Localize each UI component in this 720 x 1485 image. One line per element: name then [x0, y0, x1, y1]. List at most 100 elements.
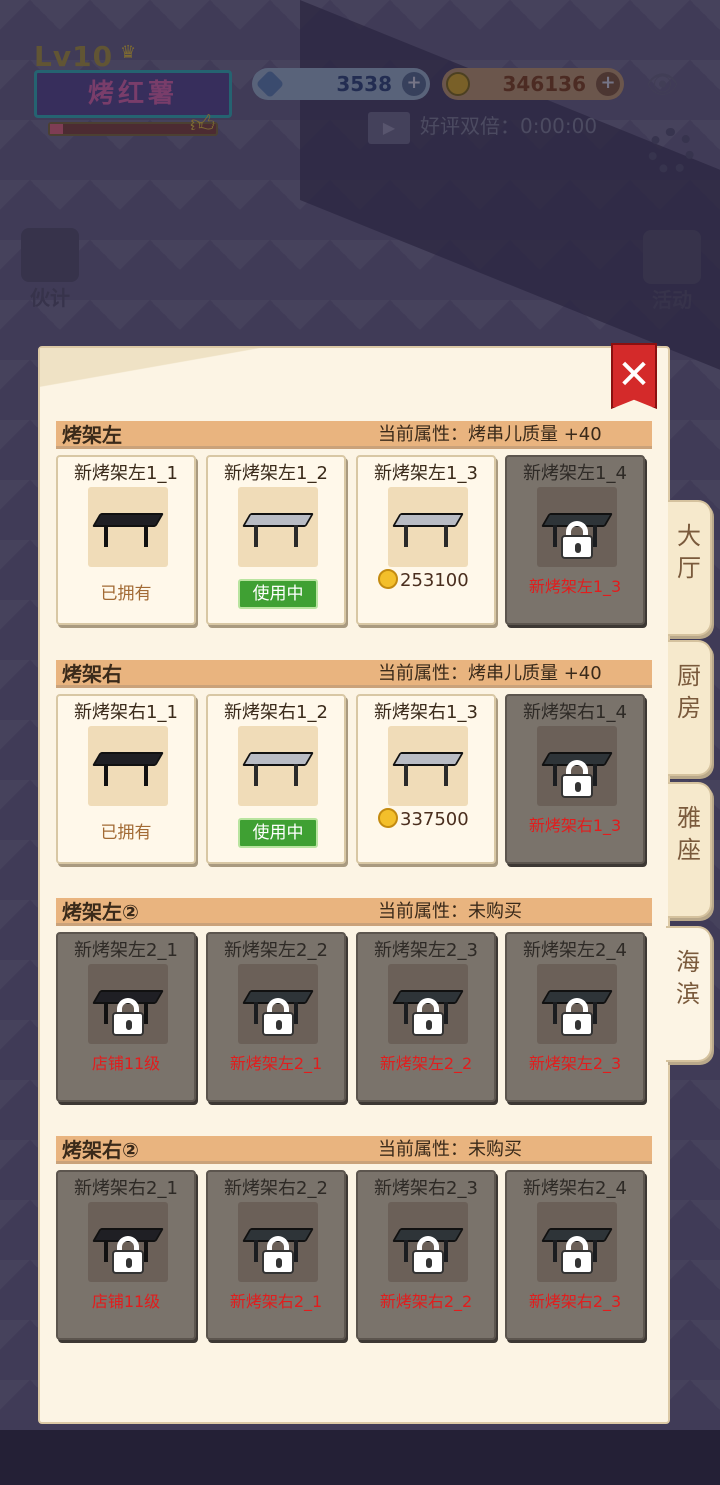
- side-tab[interactable]: 厨房: [668, 640, 712, 776]
- lock-keyhole: [276, 1020, 282, 1030]
- coin-icon: [378, 569, 398, 589]
- card-row: 新烤架右1_1 已拥有 新烤架右1_2 使用中 新烤架右1_3 337500 新烤架右1_4…: [56, 694, 652, 864]
- unlock-requirement: 新烤架左2_2: [379, 1054, 473, 1073]
- side-tab[interactable]: 大厅: [668, 500, 712, 636]
- lock-icon: [561, 521, 593, 559]
- lock-icon: [561, 1236, 593, 1274]
- lock-icon: [262, 998, 294, 1036]
- lock-keyhole: [426, 1258, 432, 1268]
- unlock-requirement: 新烤架左2_1: [229, 1054, 323, 1073]
- grill-leg: [553, 1240, 557, 1262]
- lock-keyhole: [575, 1020, 581, 1030]
- lock-keyhole: [575, 543, 581, 553]
- lock-body: [412, 1012, 444, 1036]
- card-row: 新烤架右2_1 店铺11级 新烤架右2_2 新烤架右2_1 新烤架右2_3 新烤架右2_2…: [56, 1170, 652, 1340]
- section-attribute: 当前属性：烤串儿质量 +40: [378, 424, 602, 445]
- grill-card[interactable]: 新烤架左1_3 253100: [356, 455, 496, 625]
- grill-card[interactable]: 新烤架右2_4 新烤架右2_3: [505, 1170, 645, 1340]
- unlock-requirement: 新烤架右2_1: [229, 1292, 323, 1311]
- grill-card[interactable]: 新烤架右1_1 已拥有: [56, 694, 196, 864]
- grill-leg: [404, 525, 408, 547]
- in-use-button[interactable]: 使用中: [238, 579, 318, 609]
- grill-leg: [294, 525, 298, 547]
- grill-card[interactable]: 新烤架右1_2 使用中: [206, 694, 346, 864]
- card-name: 新烤架右1_3: [374, 702, 478, 723]
- grill-leg: [144, 764, 148, 786]
- side-tab[interactable]: 雅座: [668, 782, 712, 918]
- grill-card[interactable]: 新烤架右1_4 新烤架右1_3: [505, 694, 645, 864]
- card-name: 新烤架右1_1: [74, 702, 178, 723]
- grill-card[interactable]: 新烤架左1_1 已拥有: [56, 455, 196, 625]
- grill-leg: [444, 1240, 448, 1262]
- grill-image: [88, 487, 168, 567]
- price-label[interactable]: 253100: [378, 569, 469, 591]
- grill-leg: [294, 1002, 298, 1024]
- grill-card[interactable]: 新烤架左1_2 使用中: [206, 455, 346, 625]
- grill-leg: [593, 764, 597, 786]
- card-name: 新烤架右1_4: [523, 702, 627, 723]
- grill-section: 烤架左 当前属性：烤串儿质量 +40 新烤架左1_1 已拥有 新烤架左1_2 使用中 新烤架…: [56, 421, 652, 625]
- lock-icon: [561, 760, 593, 798]
- grill-leg: [404, 1240, 408, 1262]
- section-header: 烤架右② 当前属性：未购买: [56, 1136, 652, 1164]
- grill-image: [388, 726, 468, 806]
- grill-card[interactable]: 新烤架左1_4 新烤架左1_3: [505, 455, 645, 625]
- section-attribute: 当前属性：未购买: [378, 1139, 522, 1160]
- card-name: 新烤架左2_1: [74, 940, 178, 961]
- card-name: 新烤架左1_4: [523, 463, 627, 484]
- grill-leg: [553, 525, 557, 547]
- grill-leg: [444, 525, 448, 547]
- grill-image: [388, 487, 468, 567]
- grill-image: [88, 726, 168, 806]
- lock-body: [561, 1250, 593, 1274]
- grill-card[interactable]: 新烤架左2_2 新烤架左2_1: [206, 932, 346, 1102]
- card-name: 新烤架左1_2: [224, 463, 328, 484]
- card-name: 新烤架左2_3: [374, 940, 478, 961]
- price-label[interactable]: 337500: [378, 808, 469, 830]
- section-attribute: 当前属性：烤串儿质量 +40: [378, 663, 602, 684]
- card-name: 新烤架左2_4: [523, 940, 627, 961]
- owned-status: 已拥有: [100, 584, 152, 604]
- grill-top: [241, 513, 315, 527]
- grill-leg: [144, 1240, 148, 1262]
- grill-card[interactable]: 新烤架右1_3 337500: [356, 694, 496, 864]
- grill-card[interactable]: 新烤架左2_4 新烤架左2_3: [505, 932, 645, 1102]
- grill-leg: [294, 1240, 298, 1262]
- grill-top: [391, 752, 465, 766]
- grill-leg: [104, 1002, 108, 1024]
- lock-keyhole: [276, 1258, 282, 1268]
- grill-leg: [104, 1240, 108, 1262]
- grill-leg: [593, 1240, 597, 1262]
- section-title: 烤架右②: [62, 1138, 139, 1162]
- grill-leg: [593, 525, 597, 547]
- grill-leg: [404, 1002, 408, 1024]
- grill-leg: [144, 1002, 148, 1024]
- close-button[interactable]: ✕: [611, 343, 657, 409]
- grill-leg: [404, 764, 408, 786]
- grill-leg: [254, 1240, 258, 1262]
- lock-icon: [412, 998, 444, 1036]
- side-tab[interactable]: 海滨: [666, 926, 712, 1062]
- grill-card[interactable]: 新烤架右2_1 店铺11级: [56, 1170, 196, 1340]
- grill-leg: [553, 1002, 557, 1024]
- section-attribute: 当前属性：未购买: [378, 901, 522, 922]
- lock-body: [262, 1250, 294, 1274]
- grill-top: [91, 752, 165, 766]
- grill-card[interactable]: 新烤架左2_3 新烤架左2_2: [356, 932, 496, 1102]
- grill-top: [91, 513, 165, 527]
- card-name: 新烤架右1_2: [224, 702, 328, 723]
- grill-card[interactable]: 新烤架左2_1 店铺11级: [56, 932, 196, 1102]
- section-header: 烤架左② 当前属性：未购买: [56, 898, 652, 926]
- lock-keyhole: [126, 1020, 132, 1030]
- grill-card[interactable]: 新烤架右2_3 新烤架右2_2: [356, 1170, 496, 1340]
- card-name: 新烤架右2_1: [74, 1178, 178, 1199]
- grill-card[interactable]: 新烤架右2_2 新烤架右2_1: [206, 1170, 346, 1340]
- lock-keyhole: [575, 1258, 581, 1268]
- grill-leg: [254, 764, 258, 786]
- card-row: 新烤架左2_1 店铺11级 新烤架左2_2 新烤架左2_1 新烤架左2_3 新烤架左2_2…: [56, 932, 652, 1102]
- lock-body: [112, 1012, 144, 1036]
- grill-leg: [444, 764, 448, 786]
- grill-section: 烤架右② 当前属性：未购买 新烤架右2_1 店铺11级 新烤架右2_2 新烤架右2_1 新烤…: [56, 1136, 652, 1340]
- panel-decoration: [40, 348, 300, 398]
- in-use-button[interactable]: 使用中: [238, 818, 318, 848]
